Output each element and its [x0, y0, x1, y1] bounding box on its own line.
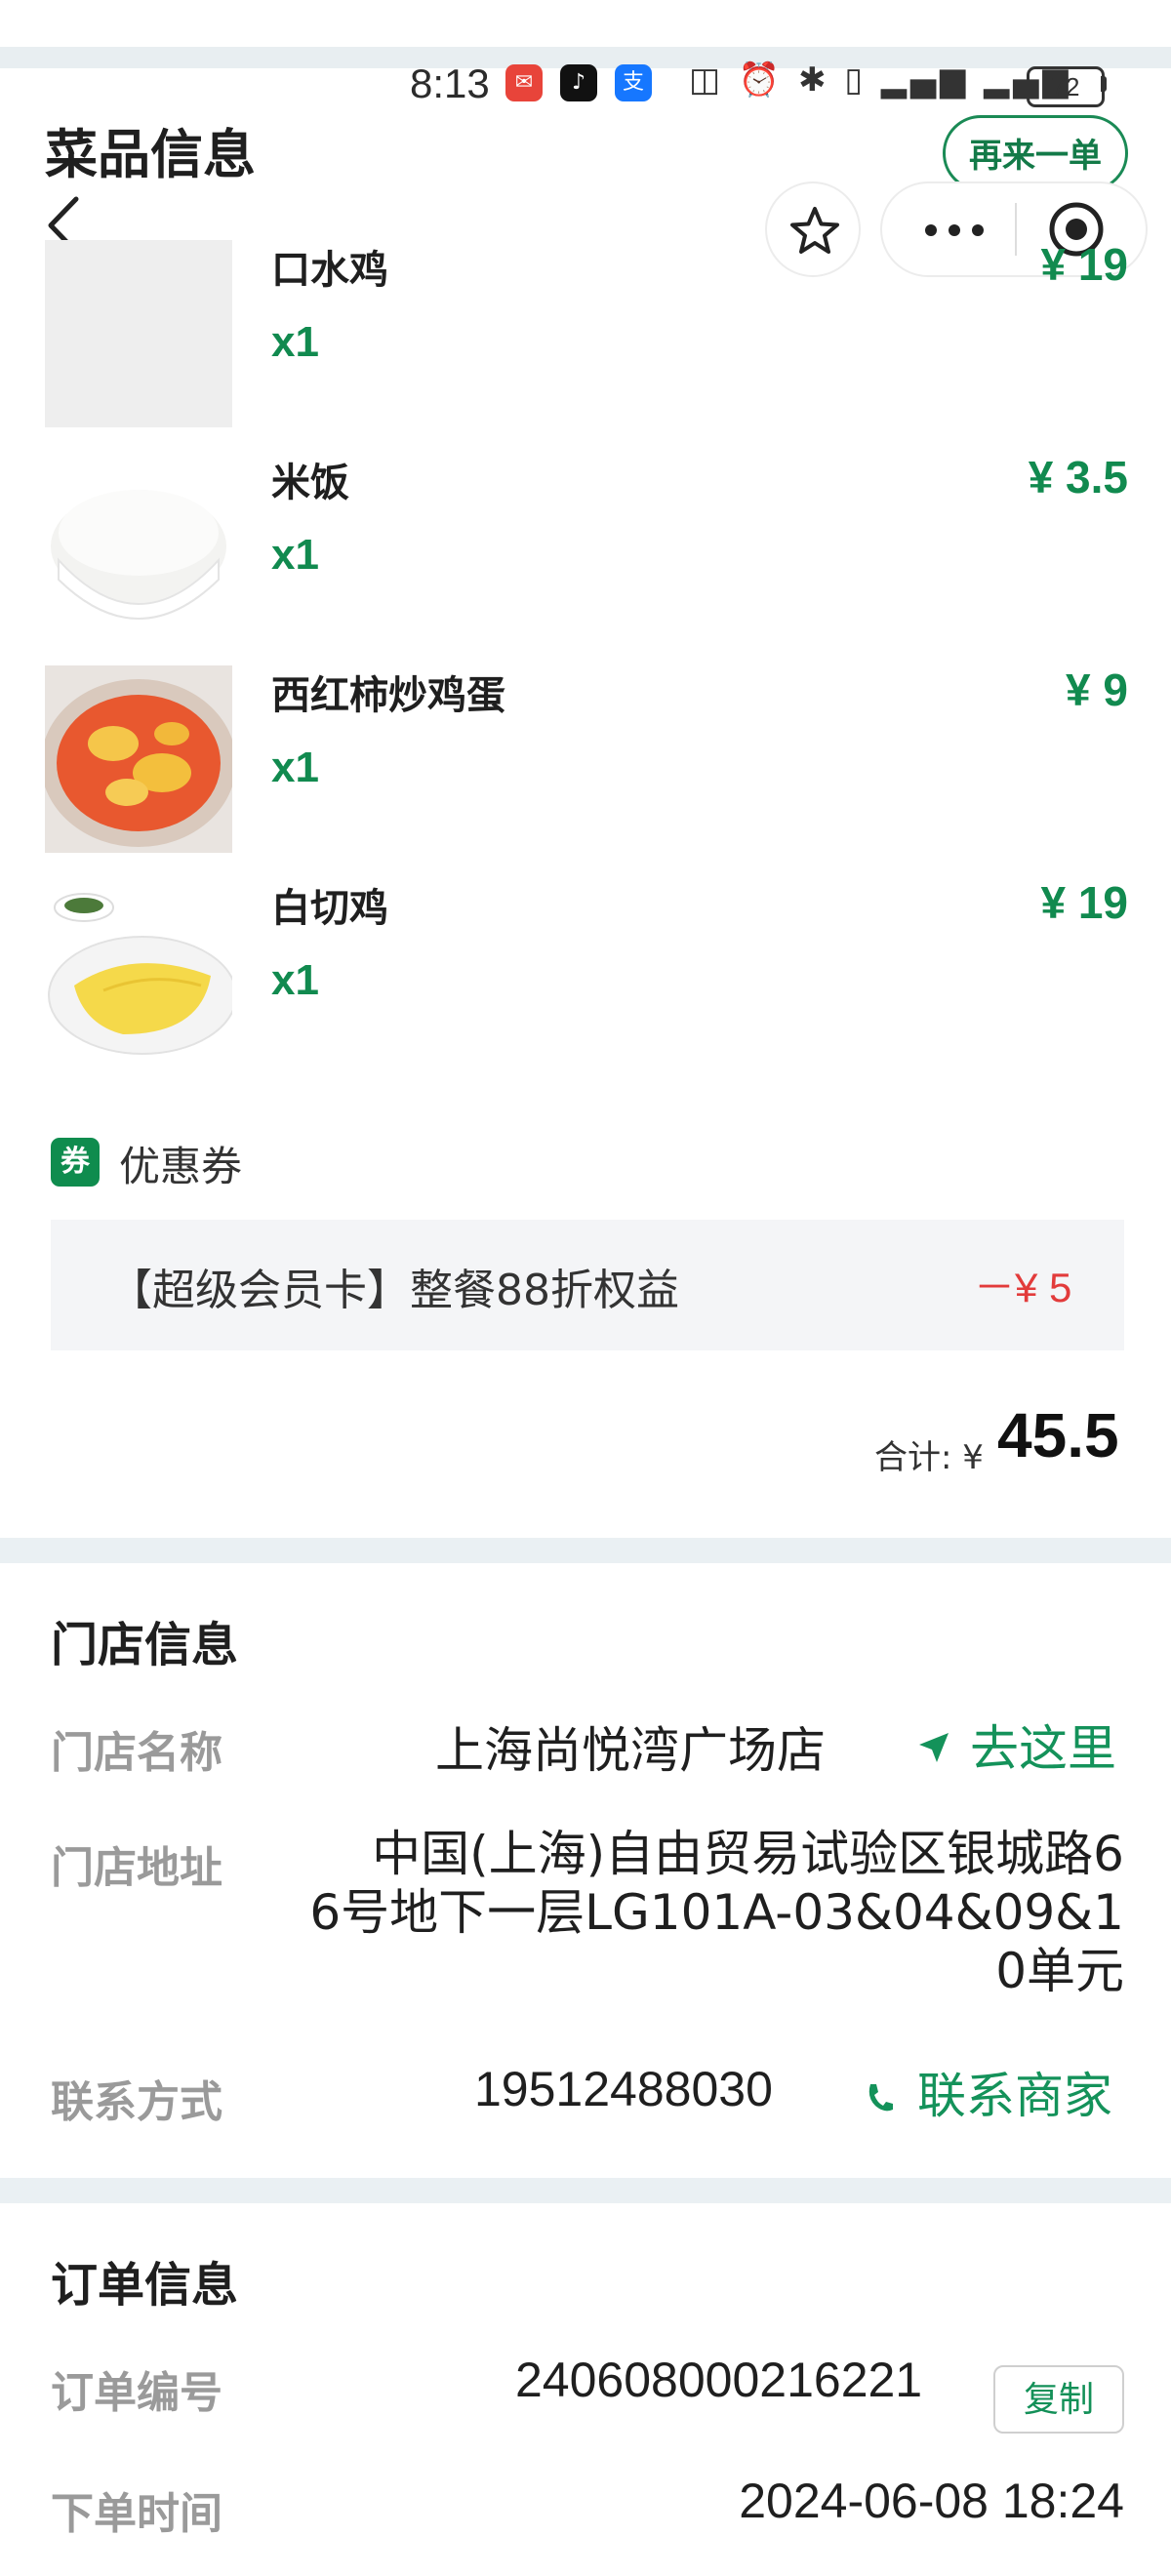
star-icon: [790, 207, 839, 254]
dish-price: ¥ 19: [1040, 239, 1128, 290]
more-dots-icon: [925, 224, 984, 236]
battery-icon: 72: [1027, 66, 1105, 107]
order-time: 2024-06-08 18:24: [739, 2474, 1124, 2528]
dish-name: 米饭: [271, 461, 349, 505]
contact-merchant-label: 联系商家: [917, 2068, 1112, 2124]
navigate-label: 去这里: [970, 1720, 1116, 1777]
store-phone: 19512488030: [474, 2062, 773, 2116]
dish-image-placeholder[interactable]: [45, 240, 232, 427]
battery-tip: [1101, 76, 1107, 92]
capsule-divider: [1015, 203, 1017, 256]
dish-quantity: x1: [271, 531, 319, 579]
coupon-name: 【超级会员卡】整餐88折权益: [109, 1266, 679, 1315]
coupon-discount: －¥ 5: [974, 1265, 1072, 1310]
store-name: 上海尚悦湾广场店: [435, 1722, 826, 1779]
dish-price: ¥ 9: [1066, 664, 1128, 715]
order-time-label: 下单时间: [51, 2489, 222, 2539]
order-number-label: 订单编号: [51, 2368, 222, 2418]
coupon-badge-icon: 券: [51, 1138, 100, 1187]
order-number: 240608000216221: [515, 2353, 923, 2407]
system-status-icons: ◫ ⏰ ✱ ▯ ▂▄▆ ▂▄▆: [689, 60, 1072, 100]
address-line: 6号地下一层LG101A-03&04&09&1: [309, 1884, 1124, 1941]
dish-quantity: x1: [271, 318, 319, 366]
dish-name: 白切鸡: [271, 886, 388, 931]
navigation-arrow-icon: [919, 1733, 949, 1762]
dish-image-white-chicken[interactable]: [45, 878, 232, 1066]
more-menu-button[interactable]: [917, 211, 991, 250]
store-address: 中国(上海)自由贸易试验区银城路6 6号地下一层LG101A-03&04&09&…: [309, 1825, 1124, 2000]
store-address-label: 门店地址: [51, 1843, 222, 1893]
dish-name: 西红柿炒鸡蛋: [271, 673, 505, 718]
total-amount: 45.5: [997, 1400, 1119, 1470]
dish-name: 口水鸡: [271, 248, 388, 293]
app-notification-icon: ✉: [505, 64, 543, 101]
total-label: 合计: ¥: [874, 1438, 984, 1477]
reorder-button[interactable]: 再来一单: [943, 115, 1128, 191]
copy-button[interactable]: 复制: [993, 2365, 1124, 2434]
dish-image-tomato-egg[interactable]: [45, 665, 232, 853]
dish-price: ¥ 19: [1040, 877, 1128, 928]
section-title-order: 订单信息: [51, 2258, 239, 2313]
store-name-label: 门店名称: [51, 1728, 222, 1778]
address-line: 中国(上海)自由贸易试验区银城路6: [372, 1826, 1124, 1882]
dish-price: ¥ 3.5: [1028, 452, 1128, 503]
favorite-button[interactable]: [765, 181, 861, 277]
dish-quantity: x1: [271, 956, 319, 1004]
dish-quantity: x1: [271, 744, 319, 791]
status-time: 8:13: [410, 60, 490, 106]
coupon-label: 优惠券: [119, 1143, 243, 1190]
contact-merchant-button[interactable]: 联系商家: [865, 2065, 1148, 2124]
navigate-link[interactable]: 去这里: [917, 1717, 1161, 1777]
contact-label: 联系方式: [51, 2077, 222, 2127]
phone-icon: [868, 2084, 893, 2112]
address-line: 0单元: [995, 1943, 1124, 1999]
section-separator: [0, 2178, 1171, 2203]
alipay-icon: 支: [615, 64, 652, 101]
dish-image-rice[interactable]: [45, 453, 232, 640]
tiktok-icon: ♪: [560, 64, 597, 101]
section-title-store: 门店信息: [51, 1618, 239, 1672]
section-title-dishes: 菜品信息: [45, 124, 256, 185]
section-separator: [0, 1538, 1171, 1563]
